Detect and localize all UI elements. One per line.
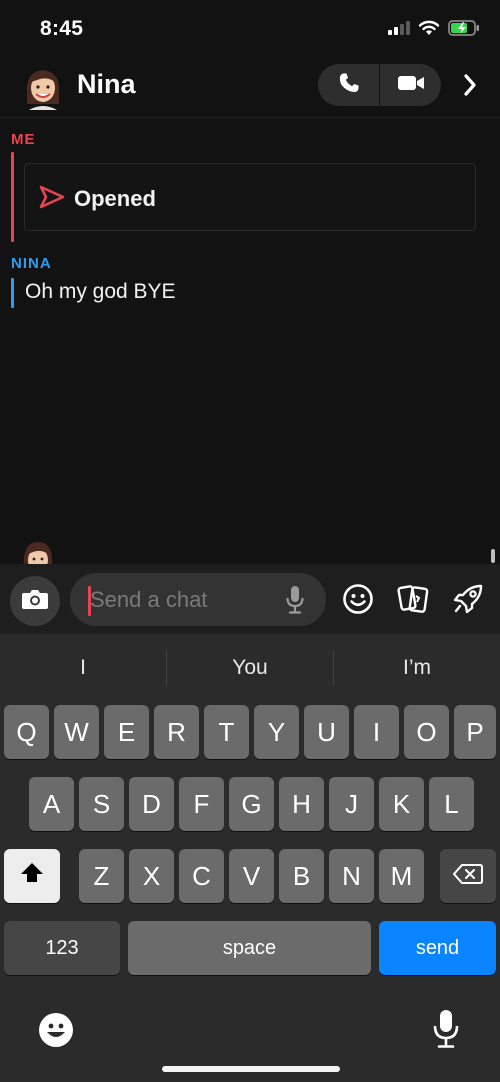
key-a[interactable]: A: [29, 777, 74, 831]
opened-snap-card[interactable]: Opened: [24, 163, 476, 231]
dictation-microphone-icon[interactable]: [426, 1006, 466, 1052]
backspace-key[interactable]: [440, 849, 496, 903]
contact-name[interactable]: Nina: [77, 69, 136, 100]
key-t[interactable]: T: [204, 705, 249, 759]
scroll-indicator[interactable]: [491, 549, 495, 563]
keyboard-suggestions: I You I’m: [0, 634, 500, 702]
key-g[interactable]: G: [229, 777, 274, 831]
me-message-bar: [11, 152, 14, 242]
space-key[interactable]: space: [128, 921, 371, 975]
status-bar: 8:45: [0, 0, 500, 58]
key-w[interactable]: W: [54, 705, 99, 759]
key-f[interactable]: F: [179, 777, 224, 831]
key-q[interactable]: Q: [4, 705, 49, 759]
camera-button[interactable]: [10, 576, 60, 626]
key-j[interactable]: J: [329, 777, 374, 831]
home-indicator[interactable]: [162, 1066, 340, 1072]
key-b[interactable]: B: [279, 849, 324, 903]
battery-charging-icon: [448, 20, 480, 41]
sender-label-nina: NINA: [11, 255, 52, 272]
suggestion-item[interactable]: I’m: [334, 650, 500, 686]
key-k[interactable]: K: [379, 777, 424, 831]
key-m[interactable]: M: [379, 849, 424, 903]
key-y[interactable]: Y: [254, 705, 299, 759]
smiley-icon[interactable]: [340, 581, 376, 617]
opened-status-label: Opened: [74, 186, 156, 211]
key-i[interactable]: I: [354, 705, 399, 759]
chat-input[interactable]: [90, 573, 280, 626]
key-z[interactable]: Z: [79, 849, 124, 903]
chat-input-bar: [0, 564, 500, 634]
cellular-signal-icon: [388, 21, 410, 40]
voice-call-button[interactable]: [318, 64, 379, 106]
emoji-keyboard-icon[interactable]: [36, 1010, 76, 1050]
key-r[interactable]: R: [154, 705, 199, 759]
key-p[interactable]: P: [454, 705, 496, 759]
key-n[interactable]: N: [329, 849, 374, 903]
key-l[interactable]: L: [429, 777, 474, 831]
camera-icon: [21, 587, 49, 616]
key-h[interactable]: H: [279, 777, 324, 831]
key-e[interactable]: E: [104, 705, 149, 759]
chevron-right-icon[interactable]: [456, 71, 484, 99]
typing-bitmoji-icon: [20, 538, 56, 564]
keyboard: I You I’m Q W E R T Y U I O P A S D F G …: [0, 634, 500, 1082]
numbers-key[interactable]: 123: [4, 921, 120, 975]
wifi-icon: [418, 20, 440, 41]
chat-header: Nina: [0, 58, 500, 118]
call-button-group: [318, 64, 441, 106]
bitmoji-avatar-icon[interactable]: [21, 64, 65, 112]
status-icons: [388, 20, 480, 41]
shift-icon: [19, 861, 45, 892]
phone-icon: [337, 71, 361, 100]
key-v[interactable]: V: [229, 849, 274, 903]
opened-arrow-icon: [39, 185, 65, 214]
cards-icon[interactable]: [396, 581, 432, 617]
key-o[interactable]: O: [404, 705, 449, 759]
sender-label-me: ME: [11, 131, 36, 148]
key-d[interactable]: D: [129, 777, 174, 831]
nina-message-bar: [11, 278, 14, 308]
rocket-icon[interactable]: [450, 581, 486, 617]
chat-input-container[interactable]: [70, 573, 326, 626]
key-c[interactable]: C: [179, 849, 224, 903]
video-camera-icon: [397, 73, 425, 98]
key-x[interactable]: X: [129, 849, 174, 903]
message-list: ME Opened NINA Oh my god BYE: [0, 118, 500, 564]
suggestion-item[interactable]: I: [0, 650, 166, 686]
key-u[interactable]: U: [304, 705, 349, 759]
send-key[interactable]: send: [379, 921, 496, 975]
key-s[interactable]: S: [79, 777, 124, 831]
microphone-icon[interactable]: [286, 585, 304, 620]
backspace-icon: [452, 861, 483, 892]
status-time: 8:45: [40, 17, 84, 40]
suggestion-item[interactable]: You: [167, 650, 333, 686]
nina-message-text[interactable]: Oh my god BYE: [25, 280, 176, 304]
video-call-button[interactable]: [380, 64, 441, 106]
shift-key[interactable]: [4, 849, 60, 903]
